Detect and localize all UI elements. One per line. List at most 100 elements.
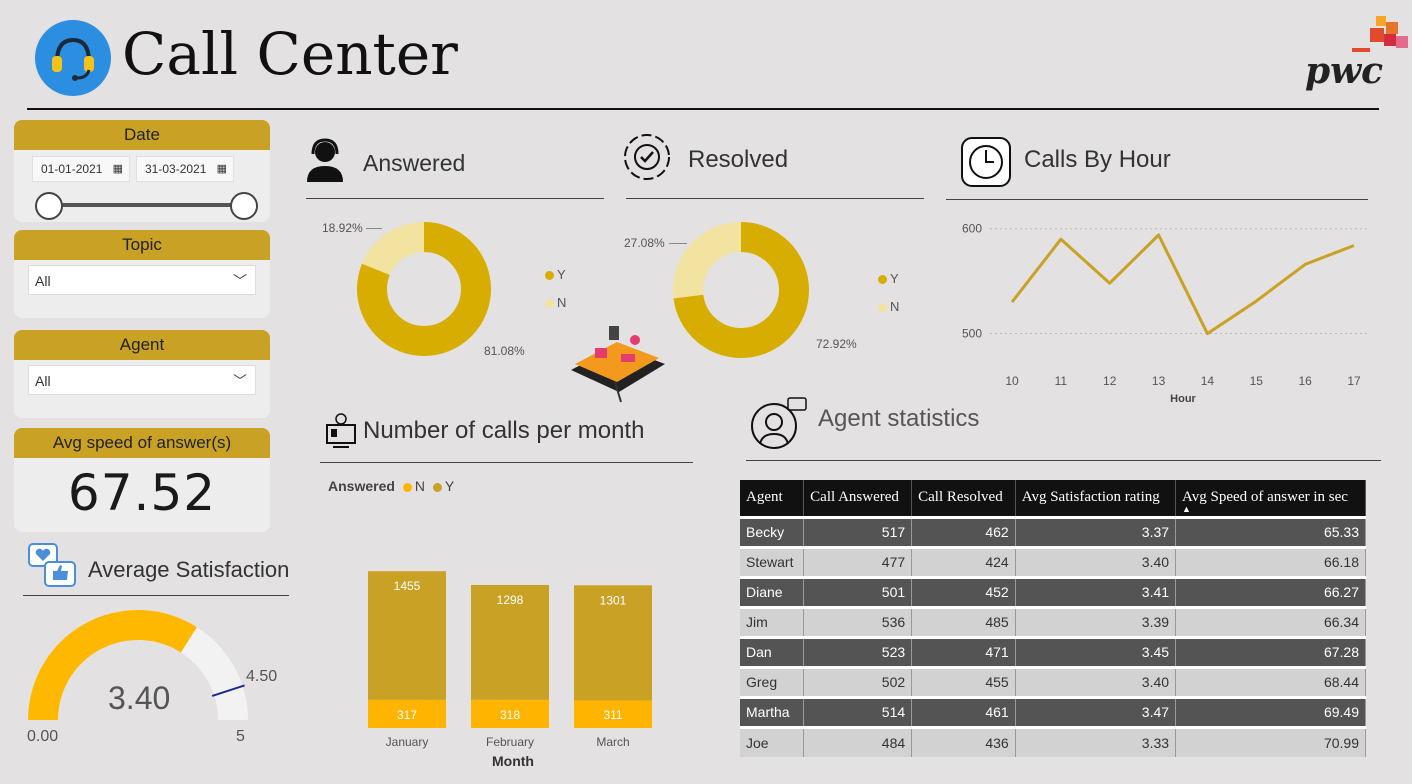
column-header[interactable]: Call Answered xyxy=(803,480,913,517)
answered-title: Answered xyxy=(363,150,466,176)
table-cell: 66.18 xyxy=(1175,547,1366,577)
data-point[interactable] xyxy=(1009,299,1015,305)
table-cell: 3.40 xyxy=(1015,547,1177,577)
calls-line-series[interactable] xyxy=(1010,233,1355,336)
header-divider xyxy=(27,108,1379,110)
chevron-down-icon[interactable]: ﹀ xyxy=(233,366,247,396)
topic-dropdown[interactable]: All ﹀ xyxy=(28,265,256,295)
agent-dropdown[interactable]: All ﹀ xyxy=(28,365,256,395)
table-row[interactable]: Dan 523 471 3.45 67.28 xyxy=(740,637,1366,667)
table-row[interactable]: Becky 517 462 3.37 65.33 xyxy=(740,517,1366,547)
pwc-logo-mark-icon xyxy=(1352,16,1408,52)
agent-name-cell: Greg xyxy=(740,667,805,697)
column-header-sorted[interactable]: Avg Speed of answer in sec ▲ xyxy=(1175,480,1366,517)
table-cell: 485 xyxy=(911,607,1016,637)
calls-per-month-chart: 317 1455 January 318 1298 February 311 1301 Marc… xyxy=(368,571,652,769)
table-cell: 461 xyxy=(911,697,1016,727)
data-point[interactable] xyxy=(1058,236,1064,242)
calls-per-month-divider xyxy=(320,462,693,463)
x-tick-label: 10 xyxy=(1005,374,1019,388)
date-start-value: 01-01-2021 xyxy=(41,162,103,176)
table-cell: 3.47 xyxy=(1015,697,1177,727)
table-cell: 455 xyxy=(911,667,1016,697)
table-cell: 523 xyxy=(803,637,913,667)
legend-dot-icon xyxy=(878,275,887,285)
legend-dot-icon xyxy=(402,482,412,492)
x-tick-label: February xyxy=(486,735,534,749)
headset-logo-icon xyxy=(35,20,111,96)
table-cell: 66.34 xyxy=(1175,607,1366,637)
table-cell: 502 xyxy=(803,667,913,697)
resolved-divider xyxy=(626,198,924,199)
table-row[interactable]: Jim 536 485 3.39 66.34 xyxy=(740,607,1366,637)
date-slicer-label: Date xyxy=(14,120,270,150)
legend-label: N xyxy=(890,299,900,314)
x-tick-label: March xyxy=(596,735,629,749)
clock-icon xyxy=(960,136,1012,193)
calendar-icon[interactable]: ▦ xyxy=(113,157,123,181)
legend-label: Y xyxy=(890,271,899,286)
column-header[interactable]: Avg Satisfaction rating xyxy=(1015,480,1177,517)
table-cell: 424 xyxy=(911,547,1016,577)
answered-y-label: 81.08% xyxy=(484,344,525,358)
resolved-y-label: 72.92% xyxy=(816,337,857,351)
data-point[interactable] xyxy=(1302,261,1308,267)
table-row[interactable]: Martha 514 461 3.47 69.49 xyxy=(740,697,1366,727)
column-header-label: Avg Speed of answer in sec xyxy=(1182,489,1348,506)
table-cell: 3.39 xyxy=(1015,607,1177,637)
resolved-gear-icon xyxy=(620,130,674,189)
table-cell: 3.40 xyxy=(1015,667,1177,697)
date-range-handle-end[interactable] xyxy=(230,192,258,220)
agent-name-cell: Martha xyxy=(740,697,805,727)
topic-dropdown-value: All xyxy=(35,273,51,289)
agent-dropdown-value: All xyxy=(35,373,51,389)
table-cell: 69.49 xyxy=(1175,697,1366,727)
satisfaction-title: Average Satisfaction xyxy=(88,557,290,582)
date-end-value: 31-03-2021 xyxy=(145,162,207,176)
data-point[interactable] xyxy=(1351,242,1357,248)
agent-name-cell: Joe xyxy=(740,727,805,757)
table-cell: 536 xyxy=(803,607,913,637)
data-point[interactable] xyxy=(1204,331,1210,337)
data-point[interactable] xyxy=(1253,298,1259,304)
chevron-down-icon[interactable]: ﹀ xyxy=(233,266,247,296)
phone-illustration-icon xyxy=(565,320,669,409)
avg-speed-card: Avg speed of answer(s) 67.52 xyxy=(14,428,270,532)
table-cell: 70.99 xyxy=(1175,727,1366,757)
date-range-handle-start[interactable] xyxy=(35,192,63,220)
pwc-logo: pwc xyxy=(1305,50,1384,92)
table-cell: 3.33 xyxy=(1015,727,1177,757)
data-point[interactable] xyxy=(1107,280,1113,286)
column-header[interactable]: Call Resolved xyxy=(911,480,1016,517)
legend-dot-icon xyxy=(432,482,442,492)
agent-name-cell: Diane xyxy=(740,577,805,607)
data-point[interactable] xyxy=(1156,232,1162,238)
x-tick-label: 11 xyxy=(1055,374,1068,388)
column-header[interactable]: Agent xyxy=(740,480,805,517)
legend-dot-icon xyxy=(545,299,554,309)
gauge-min-label: 0.00 xyxy=(27,728,59,745)
table-row[interactable]: Diane 501 452 3.41 66.27 xyxy=(740,577,1366,607)
calls-per-month-legend: Answered N Y xyxy=(328,478,454,494)
date-end-input[interactable]: 31-03-2021 ▦ xyxy=(136,156,234,182)
resolved-n-leader xyxy=(669,243,687,244)
bar-data-label: 317 xyxy=(397,708,417,722)
page-title: Call Center xyxy=(122,20,458,88)
y-tick-label: 600 xyxy=(962,222,982,236)
calendar-icon[interactable]: ▦ xyxy=(217,157,227,181)
agent-name-cell: Jim xyxy=(740,607,805,637)
table-row[interactable]: Greg 502 455 3.40 68.44 xyxy=(740,667,1366,697)
table-row[interactable]: Joe 484 436 3.33 70.99 xyxy=(740,727,1366,757)
table-cell: 517 xyxy=(803,517,913,547)
table-cell: 501 xyxy=(803,577,913,607)
agent-name-cell: Stewart xyxy=(740,547,805,577)
bar-data-label: 1455 xyxy=(394,579,421,593)
table-cell: 477 xyxy=(803,547,913,577)
legend-label: Y xyxy=(557,267,566,282)
sort-ascending-icon[interactable]: ▲ xyxy=(1182,504,1191,514)
table-row[interactable]: Stewart 477 424 3.40 66.18 xyxy=(740,547,1366,577)
x-tick-label: 15 xyxy=(1250,374,1264,388)
calls-by-hour-title: Calls By Hour xyxy=(1024,146,1171,173)
x-tick-label: 14 xyxy=(1201,374,1215,388)
date-start-input[interactable]: 01-01-2021 ▦ xyxy=(32,156,130,182)
